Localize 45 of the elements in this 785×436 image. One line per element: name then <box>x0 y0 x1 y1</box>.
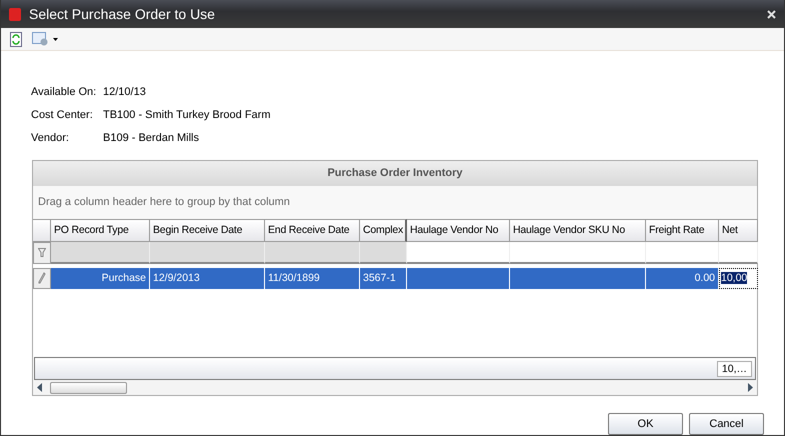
horizontal-scrollbar[interactable] <box>33 380 757 396</box>
layout-dropdown-icon[interactable] <box>32 32 58 46</box>
info-value: B109 - Berdan Mills <box>103 132 200 144</box>
filter-cell[interactable] <box>646 242 719 264</box>
column-header[interactable]: Freight Rate <box>646 218 719 242</box>
table-cell: 11/30/1899 <box>265 268 360 289</box>
info-label: Vendor: <box>31 132 70 144</box>
filter-cell[interactable] <box>51 242 150 264</box>
table-cell: 3567-1 <box>360 268 407 289</box>
edit-pencil-icon <box>33 268 51 289</box>
ok-button[interactable]: OK <box>608 413 683 436</box>
column-header[interactable]: Haulage Vendor No <box>407 218 510 242</box>
column-header[interactable]: Begin Receive Date <box>150 218 265 242</box>
filter-row-icon <box>33 242 51 264</box>
refresh-document-icon[interactable] <box>10 32 22 47</box>
app-icon <box>9 7 21 22</box>
info-label: Cost Center: <box>31 108 94 121</box>
grid-title: Purchase Order Inventory <box>33 160 757 186</box>
scroll-right-icon[interactable] <box>748 383 753 392</box>
scrollbar-thumb[interactable] <box>50 382 127 394</box>
info-value: 12/10/13 <box>103 86 147 98</box>
table-cell: 0.00 <box>646 268 719 289</box>
column-header[interactable]: Net <box>719 218 758 242</box>
info-value: TB100 - Smith Turkey Brood Farm <box>103 108 272 121</box>
filter-cell[interactable] <box>150 242 265 264</box>
info-label: Available On: <box>31 86 98 98</box>
close-icon[interactable] <box>767 10 776 19</box>
scroll-left-icon[interactable] <box>37 383 42 392</box>
table-cell: 12/9/2013 <box>150 268 265 289</box>
filter-cell[interactable] <box>719 242 758 264</box>
filter-cell[interactable] <box>360 242 407 264</box>
column-header[interactable]: Complex <box>360 218 407 242</box>
filter-cell[interactable] <box>265 242 360 264</box>
cancel-button[interactable]: Cancel <box>689 413 764 436</box>
filter-cell[interactable] <box>510 242 646 264</box>
column-header[interactable]: PO Record Type <box>51 218 150 242</box>
column-header[interactable]: Haulage Vendor SKU No <box>510 218 646 242</box>
table-cell: Purchase <box>51 268 150 289</box>
window-title: Select Purchase Order to Use <box>29 6 216 22</box>
net-edit-field[interactable]: 10,00 <box>719 268 758 289</box>
filter-cell[interactable] <box>407 242 510 264</box>
row-indicator-header <box>33 218 51 242</box>
group-by-hint: Drag a column header here to group by that column <box>33 186 757 219</box>
column-header[interactable]: End Receive Date <box>265 218 360 242</box>
net-summary: 10,… <box>716 360 752 377</box>
